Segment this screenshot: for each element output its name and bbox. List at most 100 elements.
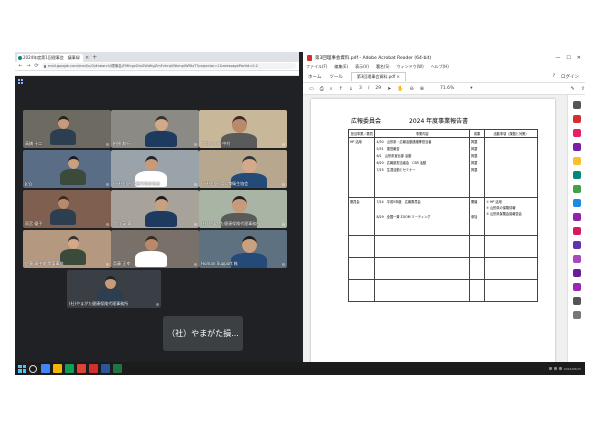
tray-icon[interactable] bbox=[548, 367, 552, 370]
participant-tile[interactable]: プロバイダ 中村 bbox=[199, 110, 287, 148]
participant-tile[interactable]: 大川 英 真 bbox=[111, 190, 199, 228]
browser-tab[interactable]: 2024年度第1回理事会 議事録 bbox=[17, 54, 83, 62]
windows-start-icon[interactable] bbox=[18, 364, 26, 373]
tile-options-icon[interactable] bbox=[106, 183, 109, 186]
new-tab-icon[interactable]: + bbox=[92, 54, 97, 62]
tile-options-icon[interactable] bbox=[106, 263, 109, 266]
taskbar-search-icon[interactable] bbox=[29, 364, 37, 373]
page-current-input[interactable]: 3 bbox=[359, 86, 362, 91]
taskbar-clock[interactable]: 2024/08/25 bbox=[564, 367, 581, 371]
tab-document[interactable]: 第3回理事会資料.pdf × bbox=[350, 72, 406, 81]
participant-tile[interactable]: 斎藤 正幸 bbox=[111, 230, 199, 268]
tile-options-icon[interactable] bbox=[156, 303, 159, 306]
hand-tool-icon[interactable]: ✋ bbox=[397, 86, 403, 92]
row-items-cell: 7/24 平成5年度 広報委員会 8/29 全国一斉 ZOOM ミーティング bbox=[374, 197, 470, 236]
print-icon[interactable]: ⎙ bbox=[320, 86, 324, 92]
scan-ocr-icon[interactable] bbox=[573, 199, 581, 207]
tile-options-icon[interactable] bbox=[194, 183, 197, 186]
zoom-dropdown-icon[interactable]: ▾ bbox=[470, 86, 472, 91]
save-icon[interactable]: ▭ bbox=[309, 86, 314, 92]
pdf-viewport[interactable]: 広報委員会 2024 年度事業報告書 担当事業／委員 事業内容 成果 活動事項（… bbox=[303, 95, 567, 367]
participant-tile[interactable]: 柏原 和行 bbox=[111, 110, 199, 148]
tab-close-icon[interactable]: × bbox=[85, 54, 89, 62]
taskbar-folder-icon[interactable] bbox=[53, 364, 62, 373]
tile-options-icon[interactable] bbox=[282, 263, 285, 266]
zoom-tool-icon[interactable] bbox=[573, 101, 581, 109]
participant-tile[interactable]: 雨宮 優子 bbox=[23, 190, 111, 228]
grid-layout-icon[interactable] bbox=[18, 79, 23, 84]
menu-view[interactable]: 表示(V) bbox=[355, 64, 369, 70]
report-row-committee: 委員会 7/24 平成5年度 広報委員会 8/29 全国一斉 ZOOM ミーティ… bbox=[347, 197, 538, 236]
taskbar-app-icon[interactable] bbox=[41, 364, 50, 373]
empty-row bbox=[347, 235, 538, 258]
share-icon[interactable]: ⇪ bbox=[581, 86, 585, 92]
export-pdf-icon[interactable] bbox=[573, 115, 581, 123]
meet-favicon-icon bbox=[18, 56, 22, 60]
menu-window[interactable]: ウィンドウ(W) bbox=[397, 64, 424, 70]
tile-options-icon[interactable] bbox=[106, 143, 109, 146]
combine-files-icon[interactable] bbox=[573, 171, 581, 179]
tile-options-icon[interactable] bbox=[282, 183, 285, 186]
menu-sign[interactable]: 署名(S) bbox=[376, 64, 390, 70]
participant-tile[interactable]: (一社)山形県観光物産協会 bbox=[111, 150, 199, 188]
menu-edit[interactable]: 編集(E) bbox=[334, 64, 348, 70]
forward-arrow-icon[interactable]: → bbox=[26, 63, 31, 69]
tile-options-icon[interactable] bbox=[194, 223, 197, 226]
customize-icon[interactable] bbox=[573, 311, 581, 319]
measure-icon[interactable] bbox=[573, 269, 581, 277]
participant-tile[interactable]: 高橋 十二 bbox=[23, 110, 111, 148]
reload-icon[interactable]: ⟳ bbox=[34, 63, 39, 69]
tab-tools[interactable]: ツール bbox=[329, 74, 343, 80]
zoom-out-icon[interactable]: ⊖ bbox=[410, 86, 414, 92]
close-icon[interactable]: ✕ bbox=[577, 55, 581, 61]
prepare-form-icon[interactable] bbox=[573, 283, 581, 291]
taskbar-word-icon[interactable] bbox=[101, 364, 110, 373]
send-for-signature-icon[interactable] bbox=[573, 241, 581, 249]
participant-body bbox=[49, 209, 77, 225]
tab-document-close-icon[interactable]: × bbox=[396, 74, 399, 79]
redact-icon[interactable] bbox=[573, 255, 581, 263]
zoom-level[interactable]: 71.6% bbox=[440, 86, 454, 91]
taskbar-excel-icon[interactable] bbox=[113, 364, 122, 373]
tab-home[interactable]: ホーム bbox=[308, 74, 321, 80]
comment-tool-icon[interactable] bbox=[573, 157, 581, 165]
taskbar-app-icon[interactable] bbox=[65, 364, 74, 373]
fill-sign-icon[interactable] bbox=[573, 227, 581, 235]
help-icon[interactable]: ? bbox=[553, 74, 555, 79]
login-button[interactable]: ログイン bbox=[561, 74, 579, 80]
menu-file[interactable]: ファイル(F) bbox=[306, 64, 327, 70]
search-icon[interactable]: ⌕ bbox=[330, 86, 333, 92]
tray-icon[interactable] bbox=[558, 367, 562, 370]
participant-tile[interactable]: (一社)山形県公衆衛生協会 bbox=[199, 150, 287, 188]
participant-tile[interactable]: K'O bbox=[23, 150, 111, 188]
participant-tile[interactable]: (社)やまがた健康保険代理事務所 bbox=[67, 270, 161, 308]
zoom-in-icon[interactable]: ⊕ bbox=[420, 86, 424, 92]
more-tools-icon[interactable] bbox=[573, 297, 581, 305]
taskbar-chrome-icon[interactable] bbox=[77, 364, 86, 373]
page-down-icon[interactable]: ↓ bbox=[349, 86, 353, 92]
tile-options-icon[interactable] bbox=[282, 223, 285, 226]
tile-options-icon[interactable] bbox=[194, 143, 197, 146]
create-pdf-icon[interactable] bbox=[573, 143, 581, 151]
participant-tile[interactable]: (社)やまがた健康保険代理事務所 bbox=[199, 190, 287, 228]
organize-pages-icon[interactable] bbox=[573, 185, 581, 193]
participant-face bbox=[154, 196, 168, 211]
address-input[interactable]: mail.google.com/mail/u/0/#search/理事会/FMf… bbox=[42, 63, 296, 69]
edit-pdf-icon[interactable] bbox=[573, 129, 581, 137]
taskbar-acrobat-icon[interactable] bbox=[89, 364, 98, 373]
tray-icon[interactable] bbox=[553, 367, 557, 370]
participant-tile[interactable]: 佐藤 真由美 関東事務 bbox=[23, 230, 111, 268]
back-arrow-icon[interactable]: ← bbox=[18, 63, 23, 69]
comment-icon[interactable]: ✎ bbox=[571, 86, 575, 92]
page-up-icon[interactable]: ↑ bbox=[339, 86, 343, 92]
tile-options-icon[interactable] bbox=[194, 263, 197, 266]
tile-options-icon[interactable] bbox=[106, 223, 109, 226]
minimize-icon[interactable]: — bbox=[555, 55, 560, 61]
menu-help[interactable]: ヘルプ(H) bbox=[431, 64, 449, 70]
maximize-icon[interactable]: ☐ bbox=[566, 55, 570, 61]
tile-options-icon[interactable] bbox=[282, 143, 285, 146]
participant-tile[interactable]: Human Support 株 bbox=[199, 230, 287, 268]
select-cursor-icon[interactable]: ➤ bbox=[387, 86, 391, 92]
protect-icon[interactable] bbox=[573, 213, 581, 221]
participant-body bbox=[59, 169, 87, 185]
